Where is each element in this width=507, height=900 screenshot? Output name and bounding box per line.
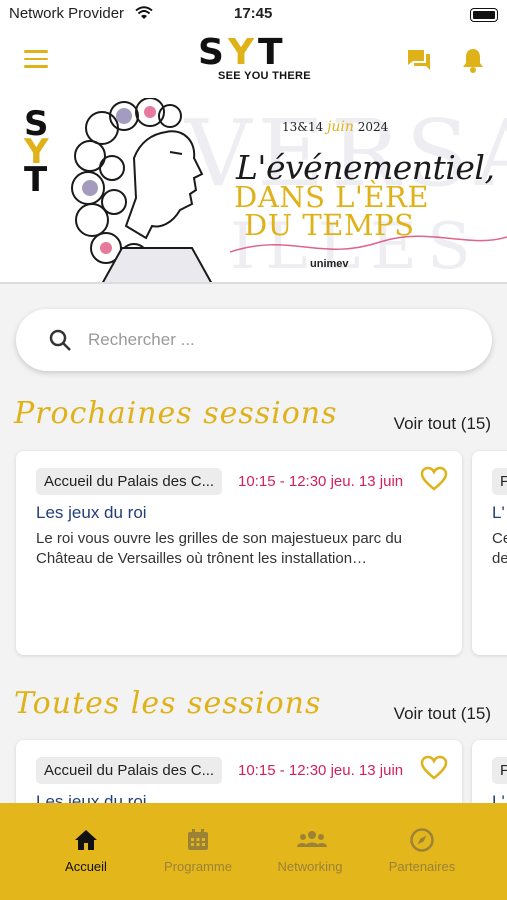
nav-tab-networking[interactable]: Networking — [255, 827, 365, 874]
session-time: 10:15 - 12:30 jeu. 13 juin — [238, 762, 404, 779]
home-icon — [73, 827, 99, 853]
calendar-icon — [185, 827, 211, 853]
bell-icon[interactable] — [460, 46, 488, 74]
app-header: SYT SEE YOU THERE — [0, 30, 507, 92]
favorite-heart-icon[interactable] — [420, 755, 448, 786]
app-logo: SYT SEE YOU THERE — [198, 32, 311, 86]
session-location-badge: P — [492, 757, 507, 784]
session-card[interactable]: Accueil du Palais des C... 10:15 - 12:30… — [16, 451, 462, 655]
battery-icon — [470, 8, 498, 22]
compass-icon — [409, 827, 435, 853]
session-time: 10:15 - 12:30 jeu. 13 juin — [238, 473, 404, 490]
nav-label: Accueil — [65, 859, 107, 874]
banner-swirl-decoration — [230, 235, 507, 253]
session-location-badge: P — [492, 468, 507, 495]
nav-tab-programme[interactable]: Programme — [143, 827, 253, 874]
event-banner: VERSA ILLES SYT 13&14 juin 2024 L'événem… — [0, 92, 507, 284]
search-bar[interactable] — [16, 309, 492, 371]
bottom-navigation: Accueil Programme Networking Partenaires — [0, 803, 507, 900]
see-all-all-link[interactable]: Voir tout (15) — [394, 704, 491, 724]
session-title: L' — [492, 503, 505, 522]
wifi-icon — [135, 6, 153, 24]
banner-dates: 13&14 juin 2024 — [282, 119, 389, 135]
see-all-upcoming-link[interactable]: Voir tout (15) — [394, 414, 491, 434]
search-input[interactable] — [88, 325, 468, 355]
session-description: Le roi vous ouvre les grilles de son maj… — [36, 530, 403, 567]
carrier-label: Network Provider — [9, 5, 125, 22]
people-icon — [297, 827, 327, 853]
menu-icon[interactable] — [24, 50, 48, 70]
section-title-all: Toutes les sessions — [14, 686, 322, 721]
clock: 17:45 — [234, 5, 273, 22]
session-location-badge: Accueil du Palais des C... — [36, 468, 222, 495]
banner-mini-logo: SYT — [24, 104, 49, 200]
session-title: Les jeux du roi — [36, 503, 147, 522]
status-bar: Network Provider 17:45 — [0, 0, 507, 30]
session-location-badge: Accueil du Palais des C... — [36, 757, 222, 784]
search-icon — [48, 328, 72, 357]
session-description: Ce de — [492, 530, 507, 567]
session-card[interactable]: P L' Ce de — [472, 451, 507, 655]
favorite-heart-icon[interactable] — [420, 466, 448, 497]
nav-tab-partenaires[interactable]: Partenaires — [367, 827, 477, 874]
section-title-upcoming: Prochaines sessions — [14, 396, 338, 431]
nav-tab-accueil[interactable]: Accueil — [31, 827, 141, 874]
logo-letters: SYT — [198, 32, 287, 73]
nav-label: Networking — [277, 859, 343, 874]
nav-label: Partenaires — [388, 859, 456, 874]
organizer-logo: unimev — [310, 258, 349, 270]
logo-tagline: SEE YOU THERE — [218, 70, 311, 82]
chat-icon[interactable] — [405, 46, 433, 74]
nav-label: Programme — [164, 859, 232, 874]
